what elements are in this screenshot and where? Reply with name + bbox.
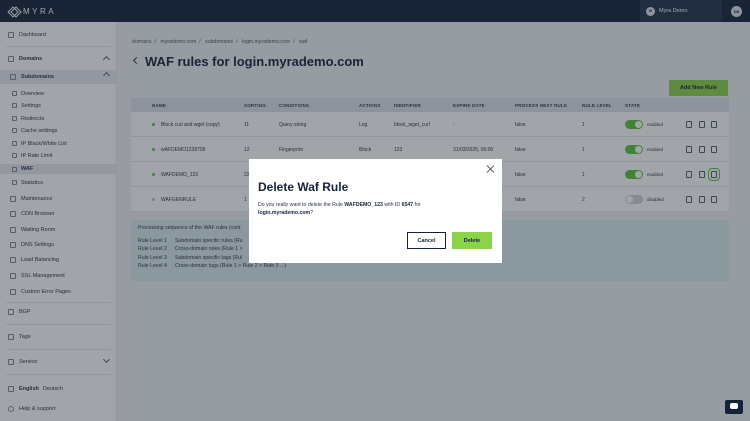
dialog-rule-name: WAFDEMO_123 (344, 202, 383, 208)
delete-waf-rule-dialog: Delete Waf Rule Do you really want to de… (249, 159, 502, 263)
dialog-text: Do you really want to delete the Rule (258, 202, 343, 208)
dialog-domain: login.myrademo.com (258, 210, 311, 216)
delete-button[interactable]: Delete (452, 232, 492, 249)
dialog-title: Delete Waf Rule (258, 180, 349, 194)
chat-support-icon[interactable] (725, 400, 743, 414)
dialog-text: with ID (384, 202, 401, 208)
cancel-button[interactable]: Cancel (407, 232, 446, 249)
close-icon[interactable] (486, 164, 495, 173)
dialog-message: Do you really want to delete the Rule WA… (258, 201, 458, 217)
dialog-rule-id: 6547 (401, 202, 414, 208)
dialog-text: ? (310, 210, 314, 216)
dialog-text: for (414, 202, 421, 208)
